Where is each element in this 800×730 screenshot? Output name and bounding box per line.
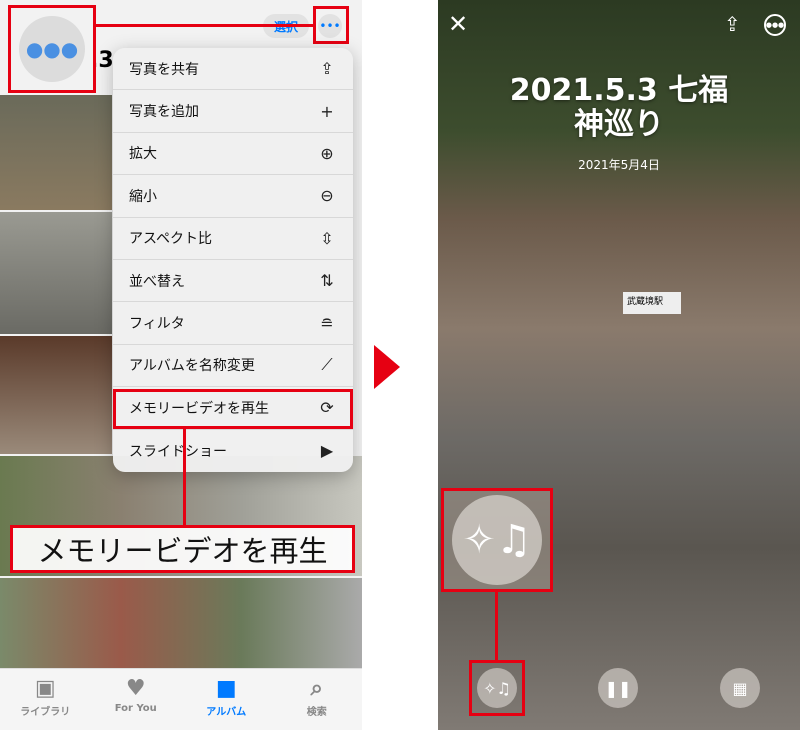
memory-video-screen: ✕ ⇪ ●●● 2021.5.3 七福 神巡り 2021年5月4日 武蔵境駅 ✧… <box>438 0 800 730</box>
menu-item-label: 写真を追加 <box>129 104 199 121</box>
highlight-box: ✧♫ <box>469 660 525 716</box>
grid-button[interactable]: ▦ <box>720 668 760 708</box>
menu-item-label: スライドショー <box>129 443 227 460</box>
menu-item[interactable]: 拡大 ⊕ <box>113 133 353 176</box>
menu-item-label: フィルタ <box>129 316 185 333</box>
ellipsis-icon: ●●● <box>765 21 785 29</box>
tab-label: ライブラリ <box>20 707 71 718</box>
tab-label: 検索 <box>306 707 327 718</box>
for-you-icon: ♥ <box>125 676 146 701</box>
music-button[interactable]: ✧♫ <box>477 668 517 708</box>
menu-item[interactable]: 写真を共有 ⇪ <box>113 48 353 91</box>
callout-line <box>95 24 313 27</box>
menu-item[interactable]: スライドショー ▶ <box>113 430 353 472</box>
menu-item[interactable]: 並べ替え ⇅ <box>113 260 353 303</box>
ellipsis-icon: ●●● <box>19 16 85 82</box>
share-icon: ⇪ <box>724 12 741 36</box>
close-icon: ✕ <box>448 10 469 38</box>
tab-bar: ▣ ライブラリ ♥ For You ■ アルバム ⌕ 検索 <box>0 668 362 730</box>
tab-album[interactable]: ■ アルバム <box>186 675 266 730</box>
tab-search[interactable]: ⌕ 検索 <box>277 675 357 730</box>
menu-item-label: 並べ替え <box>129 273 185 290</box>
callout-label: メモリービデオを再生 <box>10 525 355 573</box>
share-icon: ⇪ <box>320 59 334 79</box>
filter-icon: ≘ <box>320 313 334 333</box>
menu-item[interactable]: アルバムを名称変更 ⟋ <box>113 345 353 388</box>
aspect-ratio-icon: ⇳ <box>320 228 334 248</box>
menu-item[interactable]: 縮小 ⊖ <box>113 175 353 218</box>
close-button[interactable]: ✕ <box>448 10 468 38</box>
station-sign: 武蔵境駅 <box>623 292 681 314</box>
music-sparkle-icon: ✧♫ <box>452 495 542 585</box>
pause-icon: ❚❚ <box>604 678 632 698</box>
menu-item-label: アスペクト比 <box>129 231 213 248</box>
menu-item[interactable]: アスペクト比 ⇳ <box>113 218 353 260</box>
share-button[interactable]: ⇪ <box>724 12 741 36</box>
menu-item[interactable]: フィルタ ≘ <box>113 302 353 345</box>
menu-item-label: 写真を共有 <box>129 61 199 78</box>
slideshow-icon: ▶ <box>320 441 334 461</box>
album-icon: ■ <box>215 676 237 701</box>
magnified-more-button: ●●● <box>8 5 96 93</box>
tab-label: For You <box>114 703 157 714</box>
tab-for-you[interactable]: ♥ For You <box>96 675 176 730</box>
music-sparkle-icon: ✧♫ <box>483 678 511 698</box>
library-icon: ▣ <box>34 676 56 701</box>
tab-label: アルバム <box>206 707 247 718</box>
menu-item[interactable]: 写真を追加 + <box>113 90 353 133</box>
plus-icon: + <box>320 101 334 121</box>
magnified-music-button: ✧♫ <box>441 488 553 592</box>
pause-button[interactable]: ❚❚ <box>598 668 638 708</box>
arrow-right-icon <box>374 345 400 389</box>
highlight-box <box>313 6 349 44</box>
photo-thumbnail[interactable] <box>0 578 362 668</box>
photo-thumbnail[interactable] <box>0 95 112 210</box>
menu-item-label: 縮小 <box>129 188 157 205</box>
photo-thumbnail[interactable] <box>0 336 112 454</box>
menu-item-label: 拡大 <box>129 146 157 163</box>
search-icon: ⌕ <box>310 676 323 701</box>
zoom-out-icon: ⊖ <box>320 186 334 206</box>
grid-icon: ▦ <box>732 678 748 698</box>
photo-thumbnail[interactable] <box>0 212 112 334</box>
highlight-box <box>113 389 353 429</box>
callout-line <box>495 592 498 660</box>
sort-icon: ⇅ <box>320 271 334 291</box>
more-button[interactable]: ●●● <box>764 14 786 36</box>
callout-line <box>183 429 186 525</box>
zoom-in-icon: ⊕ <box>320 143 334 163</box>
photos-album-screen: .3 選択 ••• ●●● 写真を共有⇪写真を追加+拡大⊕縮小⊖アスペクト比⇳並… <box>0 0 362 730</box>
pencil-icon: ⟋ <box>321 355 333 375</box>
menu-item-label: アルバムを名称変更 <box>129 358 255 375</box>
tab-library[interactable]: ▣ ライブラリ <box>5 675 85 730</box>
